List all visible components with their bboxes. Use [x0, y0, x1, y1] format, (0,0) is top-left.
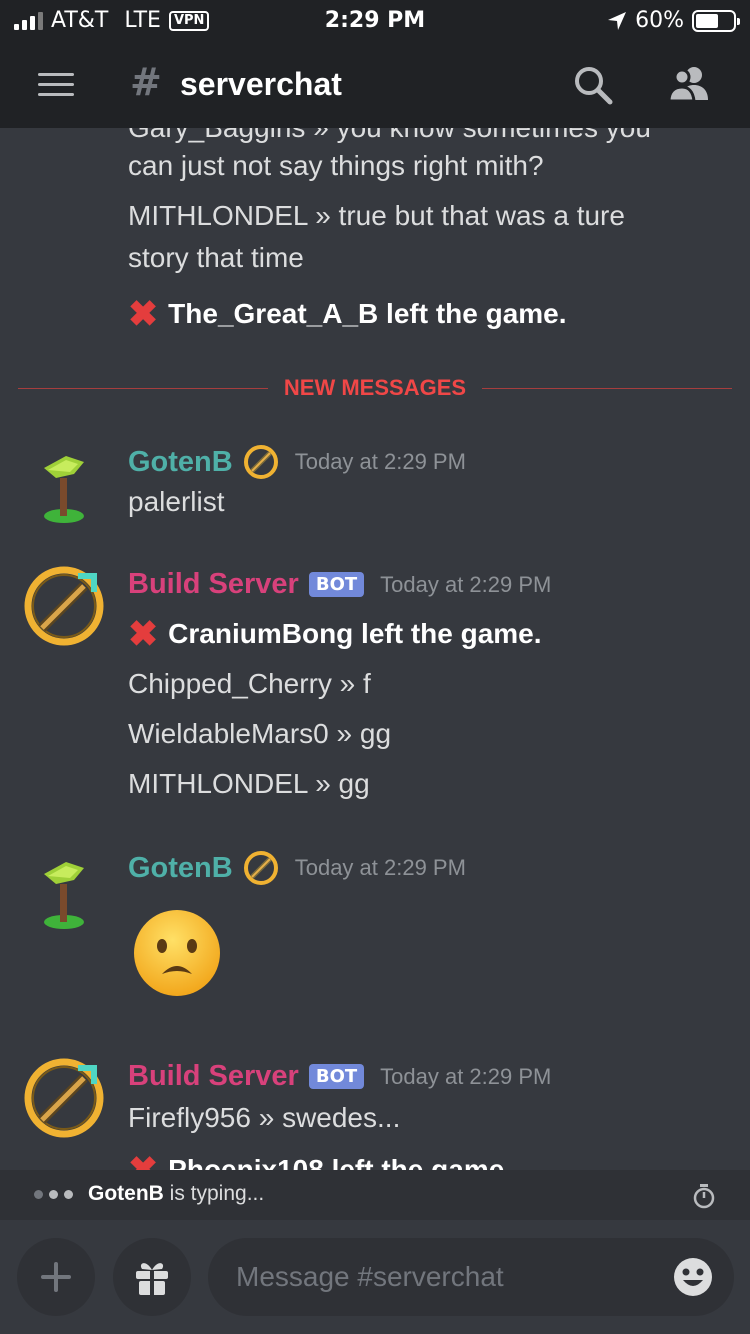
timestamp: Today at 2:29 PM — [294, 449, 466, 474]
typing-user: GotenB — [88, 1182, 164, 1205]
message-line: Chipped_Cherry » f — [128, 668, 371, 699]
system-message-text: CraniumBong left the game. — [168, 618, 542, 649]
plus-icon — [41, 1262, 71, 1292]
message-line: Gary_Baggins » you know sometimes you — [128, 128, 651, 144]
network-label: LTE — [124, 8, 161, 33]
status-left: AT&T LTE VPN — [14, 8, 210, 33]
message-line: story that time — [128, 242, 304, 273]
bot-badge: BOT — [308, 1064, 365, 1089]
new-messages-label: NEW MESSAGES — [283, 375, 467, 400]
message-list[interactable]: Gary_Baggins » you know sometimes you ca… — [0, 128, 750, 1170]
battery-icon — [692, 9, 740, 32]
message-header: Build Server BOT Today at 2:29 PM — [128, 568, 551, 601]
message-header: GotenB Today at 2:29 PM — [128, 850, 466, 886]
system-message-text: Phoenix108 left the game. — [168, 1154, 513, 1170]
system-message-text: The_Great_A_B left the game. — [168, 298, 567, 329]
system-message: ✖ Phoenix108 left the game. — [128, 1149, 513, 1171]
gift-button[interactable] — [113, 1238, 191, 1316]
carrier-label: AT&T — [51, 8, 109, 33]
message-input[interactable] — [236, 1238, 656, 1316]
menu-icon[interactable] — [38, 73, 74, 97]
members-icon[interactable] — [666, 64, 712, 104]
signal-strength-icon — [14, 11, 43, 30]
location-arrow-icon — [608, 11, 627, 30]
frowning-face-icon[interactable] — [132, 908, 222, 998]
typing-dots-icon — [34, 1190, 73, 1199]
system-message: ✖ The_Great_A_B left the game. — [128, 296, 567, 332]
typing-suffix: is typing... — [163, 1182, 265, 1205]
red-x-icon: ✖ — [128, 1149, 159, 1171]
status-bar: AT&T LTE VPN 2:29 PM 60% — [0, 0, 750, 42]
red-x-icon: ✖ — [128, 293, 159, 334]
add-attachment-button[interactable] — [17, 1238, 95, 1316]
message-line: Firefly956 » swedes... — [128, 1102, 401, 1133]
search-icon[interactable] — [572, 64, 614, 106]
channel-header: # serverchat — [0, 42, 750, 128]
message-line: MITHLONDEL » true but that was a ture — [128, 200, 625, 231]
timestamp: Today at 2:29 PM — [294, 855, 466, 880]
bot-avatar[interactable] — [22, 1056, 106, 1140]
typing-indicator: GotenB is typing... — [0, 1170, 750, 1220]
vpn-badge: VPN — [168, 10, 210, 31]
slowmode-timer-icon — [693, 1184, 715, 1209]
gift-icon — [136, 1263, 168, 1295]
message-line: can just not say things right mith? — [128, 150, 544, 181]
username[interactable]: Build Server — [128, 568, 299, 601]
username[interactable]: Build Server — [128, 1060, 299, 1093]
username[interactable]: GotenB — [128, 852, 233, 885]
bot-avatar[interactable] — [22, 564, 106, 648]
user-avatar[interactable] — [22, 850, 106, 934]
message-line: palerlist — [128, 486, 225, 517]
emoji-picker-icon[interactable] — [672, 1256, 714, 1298]
message-line: WieldableMars0 » gg — [128, 718, 392, 749]
timestamp: Today at 2:29 PM — [380, 1063, 552, 1089]
message-header: Build Server BOT Today at 2:29 PM — [128, 1060, 551, 1093]
status-right: 60% — [607, 8, 740, 33]
message-line: MITHLONDEL » gg — [128, 768, 370, 799]
system-message: ✖ CraniumBong left the game. — [128, 616, 542, 652]
username[interactable]: GotenB — [128, 446, 233, 479]
bot-badge: BOT — [308, 572, 365, 597]
message-composer — [0, 1220, 750, 1334]
nitro-badge-icon — [243, 851, 278, 885]
nitro-badge-icon — [243, 445, 278, 479]
new-messages-divider: NEW MESSAGES — [18, 375, 732, 405]
message-header: GotenB Today at 2:29 PM — [128, 444, 466, 480]
timestamp: Today at 2:29 PM — [380, 571, 552, 597]
battery-fill — [696, 13, 718, 28]
channel-title: serverchat — [180, 66, 342, 102]
battery-percent: 60% — [635, 8, 684, 33]
user-avatar[interactable] — [22, 444, 106, 528]
typing-text: GotenB is typing... — [88, 1182, 264, 1206]
channel-hash-icon: # — [130, 60, 162, 104]
red-x-icon: ✖ — [128, 613, 159, 654]
message-input-wrapper — [208, 1238, 734, 1316]
